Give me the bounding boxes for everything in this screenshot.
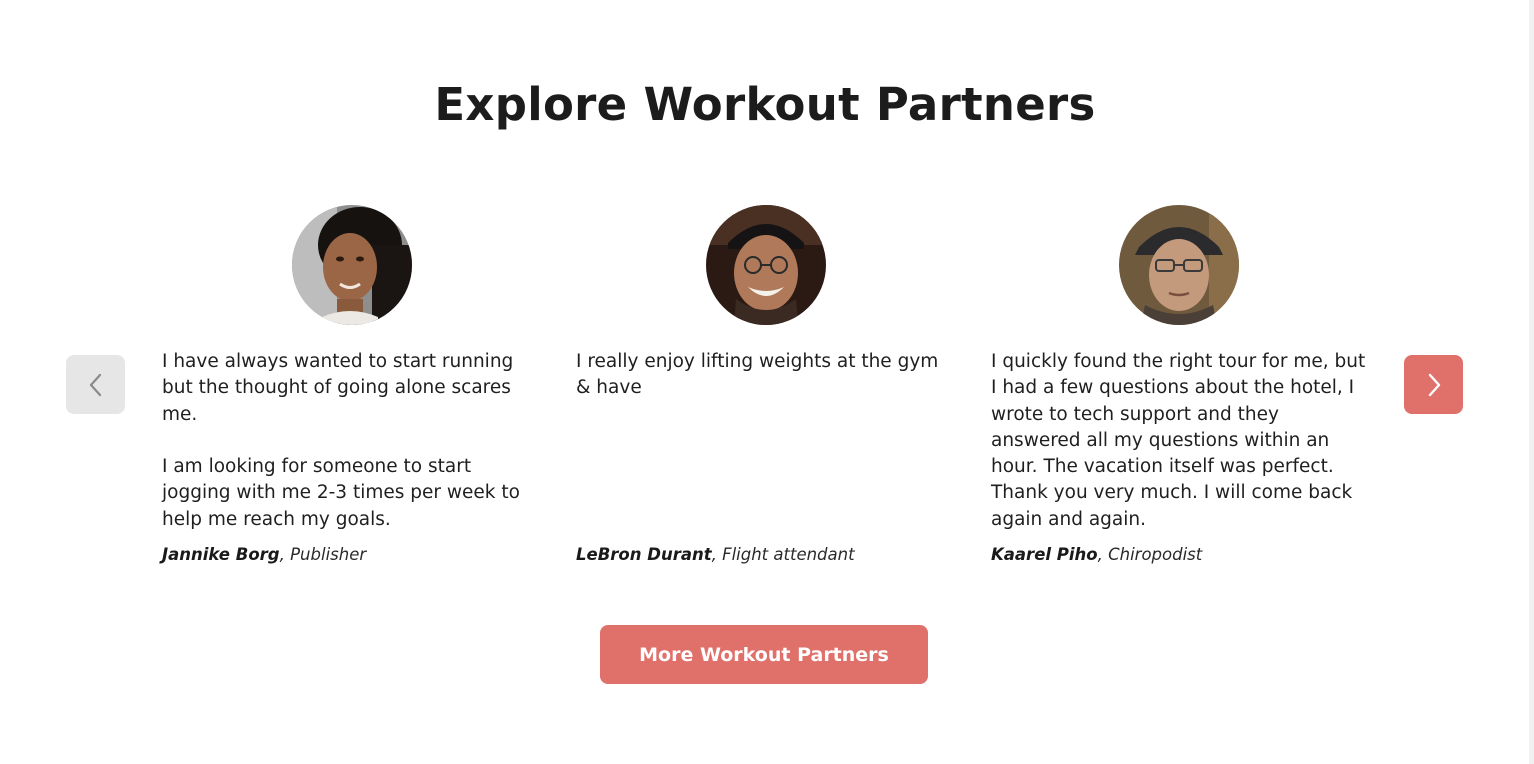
chevron-right-icon xyxy=(1428,373,1440,396)
testimonial-quote: I quickly found the right tour for me, b… xyxy=(991,351,1366,530)
avatar xyxy=(292,205,412,325)
chevron-left-icon xyxy=(89,373,101,396)
testimonial-author: LeBron Durant, Flight attendant xyxy=(576,545,956,564)
carousel-prev-button[interactable] xyxy=(66,355,125,414)
author-name: Kaarel Piho xyxy=(991,545,1098,564)
testimonials-section: Explore Workout Partners I have always w… xyxy=(0,0,1534,764)
author-role: , Chiropodist xyxy=(1097,545,1203,564)
testimonial-quote: I have always wanted to start running bu… xyxy=(162,351,520,530)
author-name: LeBron Durant xyxy=(576,545,712,564)
more-workout-partners-button[interactable]: More Workout Partners xyxy=(600,625,928,684)
testimonial-author: Kaarel Piho, Chiropodist xyxy=(991,545,1371,564)
carousel-next-button[interactable] xyxy=(1404,355,1463,414)
section-title: Explore Workout Partners xyxy=(434,78,1096,131)
author-name: Jannike Borg xyxy=(162,545,280,564)
author-role: , Publisher xyxy=(279,545,367,564)
testimonial-author: Jannike Borg, Publisher xyxy=(162,545,542,564)
avatar xyxy=(706,205,826,325)
author-role: , Flight attendant xyxy=(711,545,855,564)
avatar xyxy=(1119,205,1239,325)
scrollbar-track[interactable] xyxy=(1529,0,1534,764)
testimonial-quote: I really enjoy lifting weights at the gy… xyxy=(576,351,939,399)
